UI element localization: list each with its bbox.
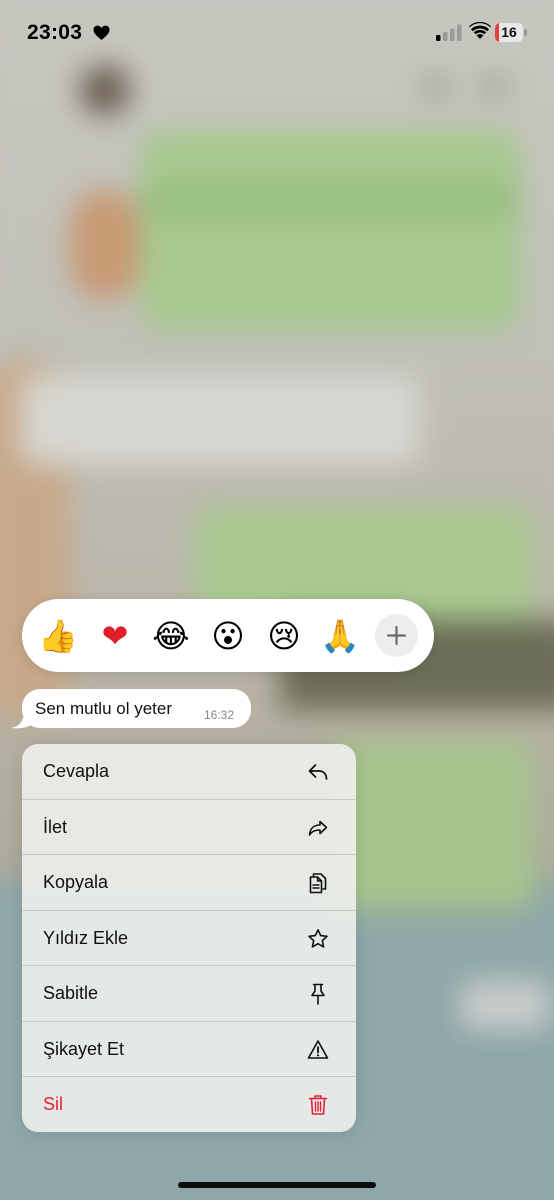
home-indicator[interactable]	[178, 1182, 376, 1188]
reaction-crying[interactable]: 😢	[263, 615, 305, 657]
reaction-bar: 👍 ❤ 😂 😮 😢 🙏	[22, 599, 434, 672]
reply-arrow-icon	[308, 764, 328, 780]
message-bubble[interactable]: Sen mutlu ol yeter 16:32	[22, 689, 251, 728]
trash-icon	[308, 1095, 328, 1115]
pin-icon	[311, 983, 325, 1005]
status-bar: 23:03 16	[0, 0, 554, 64]
menu-item-label: Şikayet Et	[43, 1039, 125, 1059]
message-text: Sen mutlu ol yeter	[35, 699, 173, 718]
reaction-folded-hands[interactable]: 🙏	[319, 615, 361, 657]
menu-item-copy[interactable]: Kopyala	[22, 854, 356, 910]
more-reactions-button[interactable]	[375, 614, 418, 657]
cellular-signal-icon	[436, 24, 462, 41]
menu-item-label: İlet	[43, 817, 68, 837]
message-timestamp: 16:32	[204, 708, 235, 722]
reaction-thumbs-up[interactable]: 👍	[37, 615, 79, 657]
warning-icon	[307, 1040, 329, 1059]
reaction-tears-of-joy[interactable]: 😂	[150, 615, 192, 657]
screen: 23:03 16 👍 ❤ 😂 😮 😢 🙏 Sen mutlu ol yeter …	[0, 0, 554, 1200]
battery-icon: 16	[495, 23, 527, 42]
menu-item-label: Sil	[43, 1094, 64, 1114]
menu-item-label: Yıldız Ekle	[43, 928, 129, 948]
heart-icon	[93, 25, 110, 40]
menu-item-label: Kopyala	[43, 872, 109, 892]
copy-icon	[309, 873, 327, 894]
menu-item-report[interactable]: Şikayet Et	[22, 1021, 356, 1077]
menu-item-label: Sabitle	[43, 983, 99, 1003]
menu-item-star[interactable]: Yıldız Ekle	[22, 910, 356, 966]
plus-icon	[386, 625, 407, 646]
wifi-icon	[469, 22, 491, 39]
status-time: 23:03	[27, 21, 83, 44]
battery-percentage: 16	[501, 24, 517, 40]
reaction-red-heart[interactable]: ❤	[94, 615, 136, 657]
menu-item-pin[interactable]: Sabitle	[22, 965, 356, 1021]
menu-item-reply[interactable]: Cevapla	[22, 744, 356, 799]
menu-item-forward[interactable]: İlet	[22, 799, 356, 855]
star-icon	[308, 929, 328, 948]
menu-item-label: Cevapla	[43, 761, 110, 781]
message-context-menu: Cevapla İlet Kopyala Yıldız Ekle Sabitle…	[22, 744, 356, 1132]
forward-arrow-icon	[308, 820, 328, 836]
menu-item-delete[interactable]: Sil	[22, 1076, 356, 1132]
reaction-surprised[interactable]: 😮	[207, 615, 249, 657]
